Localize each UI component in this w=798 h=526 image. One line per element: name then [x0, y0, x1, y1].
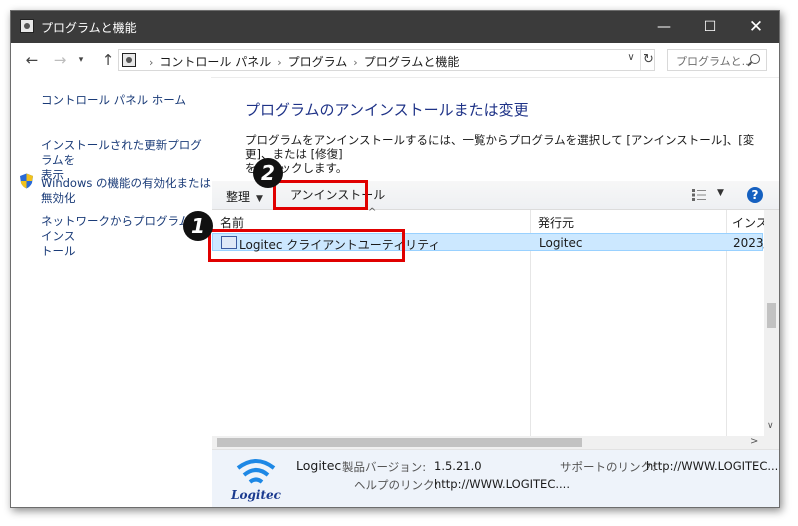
windows-features-link[interactable]: Windows の機能の有効化または 無効化 — [41, 176, 211, 206]
search-icon[interactable] — [750, 54, 760, 64]
scroll-down-icon[interactable]: ∨ — [767, 421, 774, 431]
highlight-uninstall-button — [273, 180, 368, 210]
search-input[interactable]: プログラムと... — [667, 49, 767, 71]
version-value: 1.5.21.0 — [434, 459, 482, 473]
help-icon[interactable]: ? — [747, 187, 763, 203]
details-pane: Logitec Logitec 製品バージョン: 1.5.21.0 サポートのリ… — [212, 449, 779, 507]
title-bar[interactable]: プログラムと機能 — ☐ ✕ — [11, 11, 779, 43]
organize-button[interactable]: 整理 ▼ — [226, 188, 263, 205]
breadcrumb-separator-icon[interactable]: › — [149, 56, 153, 69]
column-header-publisher[interactable]: 発行元 — [538, 214, 574, 231]
maximize-button[interactable]: ☐ — [687, 11, 733, 43]
control-panel-home-link[interactable]: コントロール パネル ホーム — [41, 93, 186, 108]
page-title: プログラムのアンインストールまたは変更 — [245, 101, 529, 119]
wifi-waves-icon — [236, 459, 276, 484]
version-label: 製品バージョン: — [342, 460, 427, 474]
breadcrumb-control-panel[interactable]: コントロール パネル — [159, 55, 271, 69]
breadcrumb-programs[interactable]: プログラム — [288, 55, 348, 69]
horizontal-scroll-thumb[interactable] — [217, 438, 582, 447]
highlight-selected-program — [208, 229, 405, 262]
address-bar[interactable]: › コントロール パネル › プログラム › プログラムと機能 ∨ ↻ — [118, 49, 655, 71]
help-link-value[interactable]: http://WWW.LOGITEC.... — [434, 477, 570, 491]
scroll-right-icon[interactable]: > — [750, 436, 758, 447]
control-panel-location-icon — [122, 53, 136, 67]
breadcrumb-separator-icon[interactable]: › — [277, 56, 281, 69]
window-title: プログラムと機能 — [41, 21, 137, 35]
search-placeholder: プログラムと... — [676, 55, 753, 68]
logo-text: Logitec — [231, 488, 281, 502]
breadcrumb-separator-icon[interactable]: › — [353, 56, 357, 69]
breadcrumb: › コントロール パネル › プログラム › プログラムと機能 — [143, 53, 459, 70]
close-button[interactable]: ✕ — [733, 11, 779, 43]
breadcrumb-programs-and-features[interactable]: プログラムと機能 — [364, 55, 460, 69]
page-description: プログラムをアンインストールするには、一覧からプログラムを選択して [アンインス… — [245, 133, 755, 175]
recent-locations-chevron-icon[interactable]: ▾ — [75, 50, 87, 70]
address-history-chevron-icon[interactable]: ∨ — [624, 52, 638, 63]
step-badge-1: 1 — [183, 211, 213, 241]
support-link-label: サポートのリンク: — [560, 460, 656, 474]
up-icon[interactable]: ↑ — [99, 50, 117, 70]
support-link-value[interactable]: http://WWW.LOGITEC.... — [646, 459, 779, 473]
left-task-pane: コントロール パネル ホーム インストールされた更新プログラムを 表示 Wind… — [11, 77, 211, 507]
details-publisher: Logitec — [296, 458, 342, 473]
step-badge-2: 2 — [253, 158, 283, 188]
forward-icon[interactable]: → — [51, 50, 69, 70]
organize-dropdown-icon: ▼ — [256, 194, 263, 204]
horizontal-scrollbar[interactable]: > — [212, 436, 764, 449]
refresh-icon[interactable]: ↻ — [640, 50, 656, 70]
sort-ascending-icon: ^ — [368, 207, 377, 218]
scrollbar-corner — [764, 436, 779, 449]
help-link-label: ヘルプのリンク: — [354, 478, 439, 492]
back-icon[interactable]: ← — [23, 50, 41, 70]
minimize-button[interactable]: — — [641, 11, 687, 43]
logitec-logo: Logitec — [230, 454, 282, 504]
view-options-icon[interactable] — [692, 189, 706, 201]
address-toolbar: ← → ▾ ↑ › コントロール パネル › プログラム › プログラムと機能 ∨ ↻ プ… — [11, 43, 779, 78]
program-publisher: Logitec — [539, 236, 583, 250]
control-panel-app-icon — [20, 19, 34, 33]
vertical-scrollbar[interactable]: ∨ — [764, 210, 779, 436]
vertical-scroll-thumb[interactable] — [767, 303, 776, 328]
view-dropdown-icon[interactable]: ▼ — [717, 188, 724, 198]
shield-icon — [20, 173, 33, 189]
